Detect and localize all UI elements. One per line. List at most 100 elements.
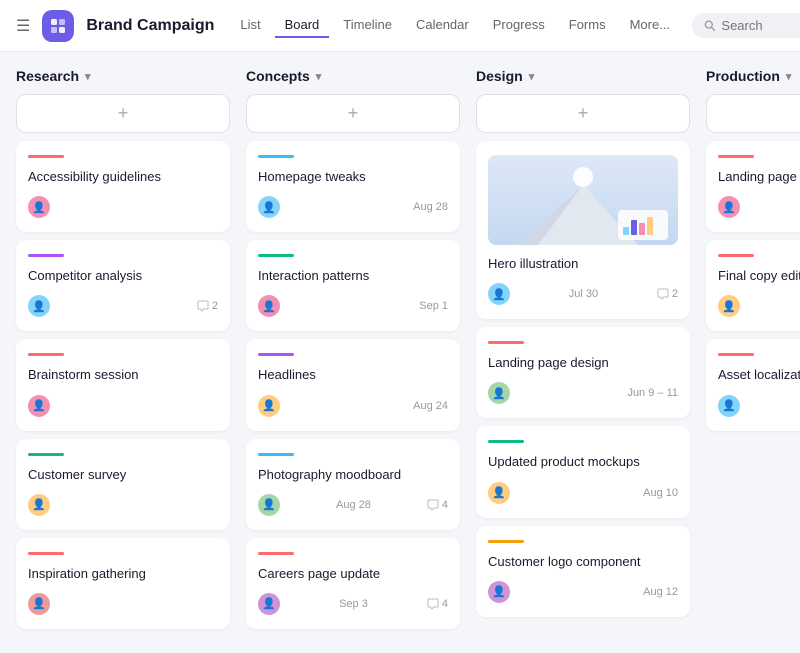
search-icon [704, 19, 715, 32]
card-title: Customer survey [28, 466, 218, 484]
card[interactable]: Customer logo component 👤 Aug 12 [476, 526, 690, 617]
tab-forms[interactable]: Forms [559, 13, 616, 38]
card[interactable]: Homepage tweaks 👤 Aug 28 [246, 141, 460, 232]
card-footer: 👤 Jul 30 2 [488, 283, 678, 305]
card[interactable]: Accessibility guidelines 👤 [16, 141, 230, 232]
tab-list[interactable]: List [230, 13, 270, 38]
avatar: 👤 [28, 295, 50, 317]
tab-more[interactable]: More... [620, 13, 680, 38]
avatar: 👤 [258, 593, 280, 615]
card[interactable]: Photography moodboard 👤 Aug 28 4 [246, 439, 460, 530]
card-footer: 👤 Aug 24 [258, 395, 448, 417]
card-footer: 👤 Jun 6 [718, 295, 800, 317]
card-title: Asset localization [718, 366, 800, 384]
column-header-concepts: Concepts▾ [246, 68, 460, 84]
card-stripe [28, 453, 64, 456]
avatar: 👤 [258, 494, 280, 516]
card-footer: 👤 2 [28, 295, 218, 317]
card-footer: 👤 [28, 494, 218, 516]
card-image [488, 155, 678, 245]
card-stripe [258, 155, 294, 158]
card-title: Customer logo component [488, 553, 678, 571]
avatar: 👤 [28, 395, 50, 417]
card[interactable]: Careers page update 👤 Sep 3 4 [246, 538, 460, 629]
card-date: Aug 24 [413, 400, 448, 412]
project-title: Brand Campaign [86, 17, 214, 35]
card-title: Accessibility guidelines [28, 168, 218, 186]
add-card-button-research[interactable]: + [16, 94, 230, 133]
tab-board[interactable]: Board [275, 13, 330, 38]
avatar: 👤 [488, 283, 510, 305]
column-header-production: Production▾ [706, 68, 800, 84]
card-comments: 4 [427, 598, 448, 610]
column-research: Research▾+Accessibility guidelines 👤 Com… [16, 68, 230, 637]
column-concepts: Concepts▾+Homepage tweaks 👤 Aug 28Intera… [246, 68, 460, 637]
tab-calendar[interactable]: Calendar [406, 13, 479, 38]
chevron-down-icon: ▾ [786, 70, 792, 83]
card-stripe [258, 254, 294, 257]
card[interactable]: Landing page design 👤 Jun 9 – 11 [476, 327, 690, 418]
card[interactable]: Updated product mockups 👤 Aug 10 [476, 426, 690, 517]
avatar: 👤 [258, 196, 280, 218]
card[interactable]: Interaction patterns 👤 Sep 1 [246, 240, 460, 331]
avatar: 👤 [28, 196, 50, 218]
card-title: Hero illustration [488, 255, 678, 273]
card[interactable]: Final copy edits 👤 Jun 6 [706, 240, 800, 331]
card-stripe [258, 353, 294, 356]
card-date: Sep 3 [339, 598, 368, 610]
card-title: Landing page design [488, 354, 678, 372]
card-stripe [258, 552, 294, 555]
avatar: 👤 [718, 395, 740, 417]
avatar: 👤 [718, 295, 740, 317]
add-card-button-production[interactable]: + [706, 94, 800, 133]
card-stripe [28, 155, 64, 158]
card[interactable]: Landing page assets 👤 Jun 18 [706, 141, 800, 232]
tab-progress[interactable]: Progress [483, 13, 555, 38]
card-stripe [488, 540, 524, 543]
add-card-button-concepts[interactable]: + [246, 94, 460, 133]
card-stripe [258, 453, 294, 456]
card-comments: 2 [197, 300, 218, 312]
column-design: Design▾ + [476, 68, 690, 625]
card-footer: 👤 [28, 593, 218, 615]
card-title: Brainstorm session [28, 366, 218, 384]
topbar: ☰ Brand Campaign List Board Timeline Cal… [0, 0, 800, 52]
card[interactable]: Hero illustration 👤 Jul 30 2 [476, 141, 690, 319]
search-box[interactable] [692, 13, 800, 38]
card-title: Interaction patterns [258, 267, 448, 285]
card[interactable]: Headlines 👤 Aug 24 [246, 339, 460, 430]
card-footer: 👤 Jun 9 – 11 [488, 382, 678, 404]
card[interactable]: Brainstorm session 👤 [16, 339, 230, 430]
tab-timeline[interactable]: Timeline [333, 13, 402, 38]
add-card-button-design[interactable]: + [476, 94, 690, 133]
card-footer: 👤 Aug 12 [488, 581, 678, 603]
card-title: Photography moodboard [258, 466, 448, 484]
comment-icon [657, 288, 669, 300]
board: Research▾+Accessibility guidelines 👤 Com… [0, 52, 800, 653]
card-footer: 👤 Aug 28 [258, 196, 448, 218]
card-stripe [488, 440, 524, 443]
menu-icon[interactable]: ☰ [16, 16, 30, 36]
avatar: 👤 [488, 482, 510, 504]
card-stripe [28, 254, 64, 257]
column-production: Production▾ + Landing page assets 👤 Jun 18… [706, 68, 800, 439]
card[interactable]: Inspiration gathering 👤 [16, 538, 230, 629]
card[interactable]: Competitor analysis 👤 2 [16, 240, 230, 331]
card[interactable]: Asset localization 👤 Jun 2 [706, 339, 800, 430]
column-title-concepts: Concepts [246, 68, 310, 84]
avatar: 👤 [28, 494, 50, 516]
card-date: Aug 28 [413, 201, 448, 213]
avatar: 👤 [488, 382, 510, 404]
card-stripe [718, 254, 754, 257]
card[interactable]: Customer survey 👤 [16, 439, 230, 530]
card-stripe [718, 353, 754, 356]
card-title: Headlines [258, 366, 448, 384]
column-header-design: Design▾ [476, 68, 690, 84]
card-date: Aug 28 [336, 499, 371, 511]
search-input[interactable] [721, 18, 800, 33]
card-footer: 👤 Sep 3 4 [258, 593, 448, 615]
avatar: 👤 [258, 395, 280, 417]
card-date: Jul 30 [569, 288, 598, 300]
card-title: Inspiration gathering [28, 565, 218, 583]
card-footer: 👤 [28, 196, 218, 218]
